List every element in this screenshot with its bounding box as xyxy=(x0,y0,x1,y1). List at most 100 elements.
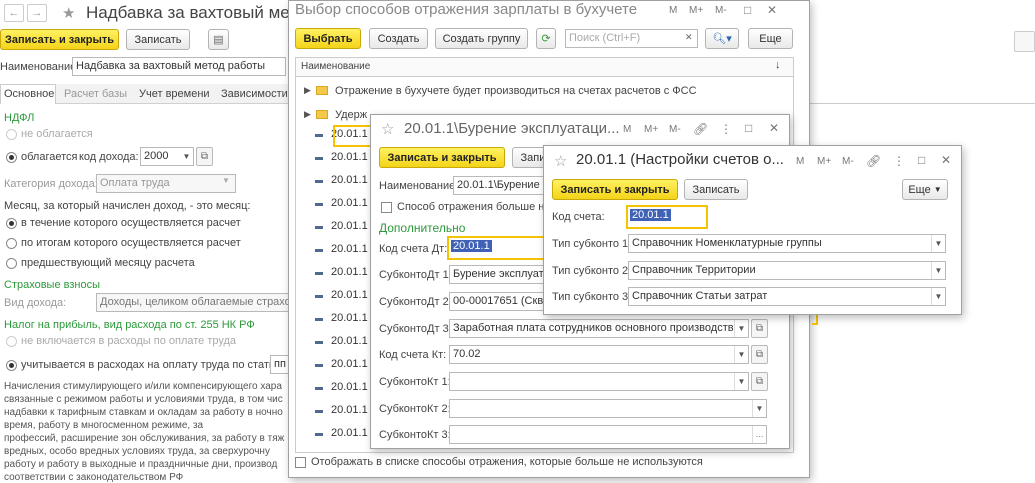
subconto-dt2-field[interactable]: 00-00017651 (Скваж xyxy=(449,292,549,311)
income-category-field[interactable]: Оплата труда xyxy=(96,174,236,193)
tab-dependencies[interactable]: Зависимости xyxy=(221,88,288,100)
list-item[interactable]: 20.01.1 xyxy=(331,381,368,393)
refresh-icon[interactable]: ⟳ xyxy=(536,28,556,49)
credit-account-open-button[interactable]: ⧉ xyxy=(751,345,768,364)
more-button[interactable]: Еще xyxy=(748,28,793,49)
search-button[interactable]: 🔍︎▾ xyxy=(705,28,739,49)
show-unused-checkbox[interactable] xyxy=(295,457,306,468)
save-close-button[interactable]: Записать и закрыть xyxy=(552,179,678,200)
window-m-button[interactable]: M xyxy=(796,156,804,167)
subconto-dt3-field[interactable]: Заработная плата сотрудников основного п… xyxy=(449,319,749,338)
report-icon[interactable]: ▤ xyxy=(208,29,229,50)
window-maximize-button[interactable]: □ xyxy=(744,3,751,17)
chevron-down-icon[interactable]: ▼ xyxy=(931,262,945,279)
more-button[interactable]: Еще ▼ xyxy=(902,179,948,200)
not-included-radio[interactable] xyxy=(6,336,17,347)
income-kind-field[interactable]: Доходы, целиком облагаемые страховы xyxy=(96,293,290,312)
favorite-star-icon[interactable]: ★ xyxy=(62,4,75,22)
list-item[interactable]: 20.01.1 xyxy=(331,266,368,278)
search-clear-icon[interactable]: ✕ xyxy=(685,32,693,43)
select-button[interactable]: Выбрать xyxy=(295,28,361,49)
window-mplus-button[interactable]: M+ xyxy=(689,5,703,16)
name-field[interactable]: 20.01.1\Бурение экс xyxy=(453,176,553,195)
tab-time-accounting[interactable]: Учет времени xyxy=(139,88,210,100)
subconto-kt2-field[interactable]: ▼ xyxy=(449,399,767,418)
create-button[interactable]: Создать xyxy=(369,28,428,49)
window-maximize-button[interactable]: □ xyxy=(745,121,752,135)
list-item[interactable]: 20.01.1 xyxy=(331,289,368,301)
create-group-button[interactable]: Создать группу xyxy=(435,28,528,49)
tab-base-calculation[interactable]: Расчет базы xyxy=(64,88,127,100)
save-close-button[interactable]: Записать и закрыть xyxy=(379,147,505,168)
list-item-group[interactable]: Удерж xyxy=(335,109,367,121)
window-mminus-button[interactable]: M- xyxy=(842,156,854,167)
link-icon[interactable]: 🔗︎ xyxy=(693,122,708,136)
options-icon[interactable]: ⋮ xyxy=(893,154,905,168)
window-m-button[interactable]: M xyxy=(623,124,631,135)
chevron-down-icon[interactable]: ▼ xyxy=(931,288,945,305)
debit-account-field[interactable]: 20.01.1 xyxy=(451,240,492,252)
month-option3-radio[interactable] xyxy=(6,258,17,269)
list-item[interactable]: 20.01.1 xyxy=(331,427,368,439)
list-item[interactable]: 20.01.1 xyxy=(331,358,368,370)
account-code-field[interactable]: 20.01.1 xyxy=(630,209,671,221)
window-mplus-button[interactable]: M+ xyxy=(817,156,831,167)
window-mplus-button[interactable]: M+ xyxy=(644,124,658,135)
credit-account-field[interactable]: 70.02 ▼ xyxy=(449,345,749,364)
list-item[interactable]: 20.01.1 xyxy=(331,312,368,324)
chevron-down-icon[interactable]: ▼ xyxy=(734,320,748,337)
subconto-dt3-open-button[interactable]: ⧉ xyxy=(751,319,768,338)
save-button[interactable]: Записать xyxy=(126,29,190,50)
link-icon[interactable]: 🔗︎ xyxy=(866,154,881,168)
list-item-group[interactable]: Отражение в бухучете будет производиться… xyxy=(335,85,697,97)
expand-arrow-icon[interactable]: ▶ xyxy=(304,109,311,120)
subconto-kt3-field[interactable]: … xyxy=(449,425,767,444)
chevron-down-icon[interactable]: ▼ xyxy=(734,346,748,363)
unused-checkbox[interactable] xyxy=(381,202,392,213)
subconto-type2-field[interactable]: Справочник Территории ▼ xyxy=(628,261,946,280)
window-m-button[interactable]: M xyxy=(669,5,677,16)
right-toolbar-button[interactable] xyxy=(1014,31,1035,52)
window-maximize-button[interactable]: □ xyxy=(918,153,925,167)
search-input[interactable]: Поиск (Ctrl+F) xyxy=(565,29,698,48)
list-item[interactable]: 20.01.1 xyxy=(331,243,368,255)
window-close-button[interactable]: ✕ xyxy=(769,121,779,135)
subconto-kt1-field[interactable]: ▼ xyxy=(449,372,749,391)
income-code-open-button[interactable]: ⧉ xyxy=(196,147,213,166)
taxed-radio[interactable] xyxy=(6,152,17,163)
chevron-down-icon[interactable]: ▼ xyxy=(734,373,748,390)
subconto-dt1-field[interactable]: Бурение эксплуата xyxy=(449,265,549,284)
subconto-type1-field[interactable]: Справочник Номенклатурные группы ▼ xyxy=(628,234,946,253)
nav-back-button[interactable]: ← xyxy=(4,4,24,22)
list-item[interactable]: 20.01.1 xyxy=(331,197,368,209)
window-mminus-button[interactable]: M- xyxy=(715,5,727,16)
list-item[interactable]: 20.01.1 xyxy=(331,174,368,186)
favorite-star-icon[interactable]: ☆ xyxy=(554,152,567,170)
favorite-star-icon[interactable]: ☆ xyxy=(381,120,394,138)
nav-forward-button[interactable]: → xyxy=(27,4,47,22)
list-item[interactable]: 20.01.1 xyxy=(331,404,368,416)
list-item[interactable]: 20.01.1 xyxy=(331,220,368,232)
expand-arrow-icon[interactable]: ▶ xyxy=(304,85,311,96)
chevron-down-icon[interactable]: ▼ xyxy=(752,400,766,417)
save-close-button[interactable]: Записать и закрыть xyxy=(0,29,119,50)
options-icon[interactable]: ⋮ xyxy=(720,122,732,136)
list-item[interactable]: 20.01.1 xyxy=(331,151,368,163)
name-field[interactable]: Надбавка за вахтовый метод работы xyxy=(72,57,286,76)
window-mminus-button[interactable]: M- xyxy=(669,124,681,135)
month-option1-radio[interactable] xyxy=(6,218,17,229)
ellipsis-icon[interactable]: … xyxy=(752,426,766,443)
window-close-button[interactable]: ✕ xyxy=(767,3,777,17)
included-radio[interactable] xyxy=(6,360,17,371)
column-name-header[interactable]: Наименование xyxy=(301,61,370,72)
subconto-kt1-open-button[interactable]: ⧉ xyxy=(751,372,768,391)
not-taxed-radio[interactable] xyxy=(6,129,17,140)
subconto-type3-field[interactable]: Справочник Статьи затрат ▼ xyxy=(628,287,946,306)
sort-arrow-icon[interactable]: ↓ xyxy=(775,59,781,71)
chevron-down-icon[interactable]: ▼ xyxy=(931,235,945,252)
income-code-dropdown[interactable]: ▼ xyxy=(180,148,193,165)
window-close-button[interactable]: ✕ xyxy=(941,153,951,167)
month-option2-radio[interactable] xyxy=(6,238,17,249)
save-button[interactable]: Записать xyxy=(684,179,748,200)
list-item[interactable]: 20.01.1 xyxy=(331,335,368,347)
